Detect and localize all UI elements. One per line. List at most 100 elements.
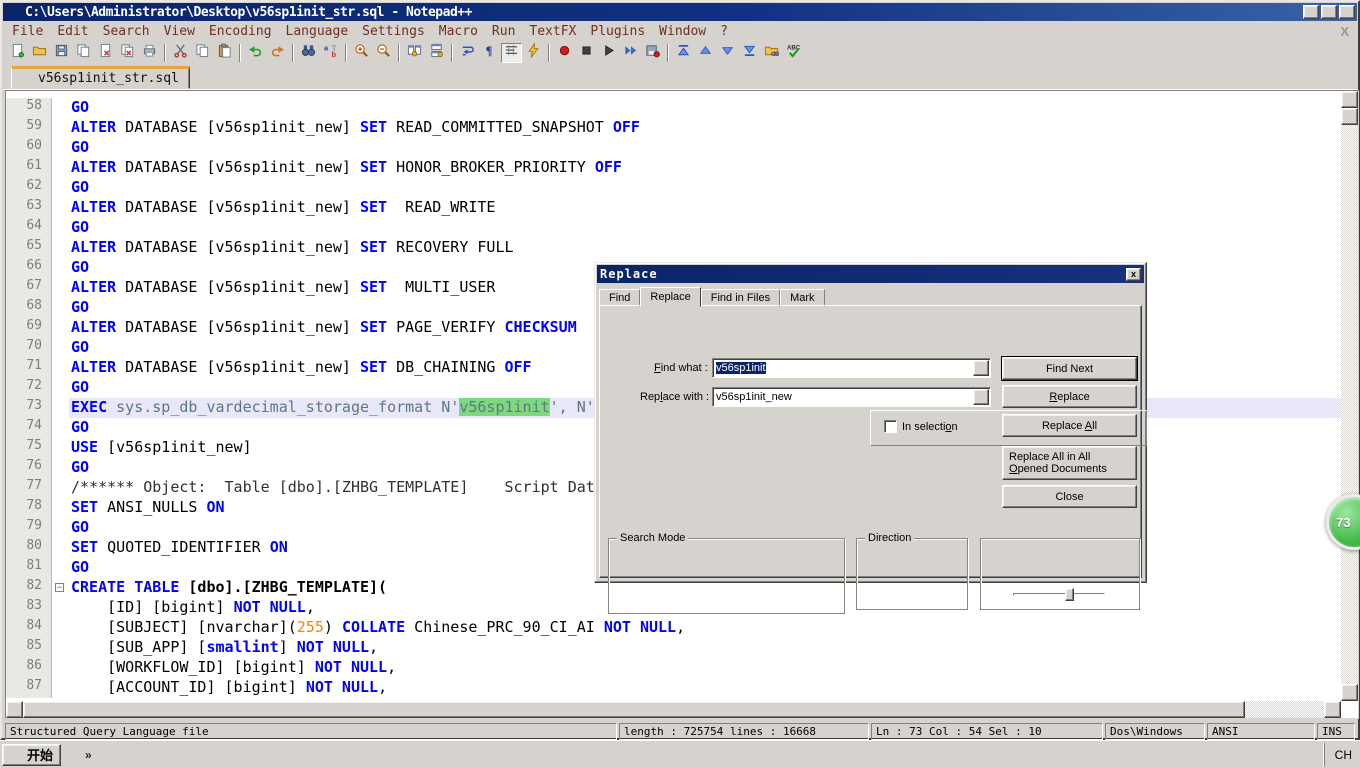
function-list-button[interactable] (523, 43, 544, 63)
zoom-in-button[interactable] (351, 43, 372, 63)
replace-dialog-titlebar[interactable]: Replace x (597, 265, 1144, 283)
code-text[interactable]: [SUB_APP] [smallint] NOT NULL, (69, 638, 1341, 658)
menu-item-encoding[interactable]: Encoding (202, 22, 279, 41)
menu-item-window[interactable]: Window (652, 22, 713, 41)
save-button[interactable] (51, 43, 72, 63)
code-text[interactable]: GO (69, 138, 1341, 158)
code-text[interactable]: ALTER DATABASE [v56sp1init_new] SET HONO… (69, 158, 1341, 178)
checkbox-unchecked[interactable] (884, 420, 897, 433)
replace-dialog-close-button[interactable]: x (1126, 268, 1141, 281)
code-line[interactable]: 84 [SUBJECT] [nvarchar](255) COLLATE Chi… (6, 618, 1341, 638)
code-text[interactable]: [ACCOUNT_ID] [bigint] NOT NULL, (69, 678, 1341, 698)
menu-item-textfx[interactable]: TextFX (522, 22, 583, 41)
horizontal-scrollbar[interactable] (6, 701, 1341, 718)
menu-item-language[interactable]: Language (279, 22, 356, 41)
replace-with-dropdown-icon[interactable] (973, 389, 989, 405)
find-what-value[interactable]: v56sp1init (713, 362, 973, 374)
slider-thumb[interactable] (1065, 588, 1074, 601)
copy-button[interactable] (192, 43, 213, 63)
code-text[interactable]: [WORKFLOW_ID] [bigint] NOT NULL, (69, 658, 1341, 678)
find-next-button[interactable]: Find Next (1002, 357, 1137, 380)
code-line[interactable]: 64GO (6, 218, 1341, 238)
macro-save-button[interactable] (642, 43, 663, 63)
paste-button[interactable] (214, 43, 235, 63)
horizontal-scroll-thumb[interactable] (23, 701, 1245, 718)
menu-item-view[interactable]: View (157, 22, 202, 41)
code-text[interactable]: GO (69, 98, 1341, 118)
spell-check-button[interactable]: ABC (783, 43, 804, 63)
undo-button[interactable] (245, 43, 266, 63)
doc-close-button[interactable]: X (1340, 24, 1349, 39)
code-line[interactable]: 87 [ACCOUNT_ID] [bigint] NOT NULL, (6, 678, 1341, 698)
window-titlebar[interactable]: C:\Users\Administrator\Desktop\v56sp1ini… (3, 3, 1357, 21)
code-line[interactable]: 61ALTER DATABASE [v56sp1init_new] SET HO… (6, 158, 1341, 178)
code-line[interactable]: 63ALTER DATABASE [v56sp1init_new] SET RE… (6, 198, 1341, 218)
code-line[interactable]: 58GO (6, 98, 1341, 118)
find-what-combobox[interactable]: v56sp1init (712, 358, 991, 378)
find-what-dropdown-icon[interactable] (973, 360, 989, 376)
textfx-next-button[interactable] (717, 43, 738, 63)
scroll-left-button[interactable] (6, 701, 23, 718)
close-all-button[interactable] (117, 43, 138, 63)
code-text[interactable]: ALTER DATABASE [v56sp1init_new] SET READ… (69, 118, 1341, 138)
scroll-down-button[interactable] (1341, 684, 1358, 701)
doc-switcher-button[interactable] (761, 43, 782, 63)
replace-dialog-tab-replace[interactable]: Replace (640, 287, 700, 307)
textfx-prev-button[interactable] (695, 43, 716, 63)
print-button[interactable] (139, 43, 160, 63)
vertical-scrollbar[interactable] (1341, 91, 1358, 701)
cut-button[interactable] (170, 43, 191, 63)
menu-item-plugins[interactable]: Plugins (583, 22, 652, 41)
fold-collapse-icon[interactable]: − (55, 583, 64, 592)
save-all-button[interactable] (73, 43, 94, 63)
code-text[interactable]: ALTER DATABASE [v56sp1init_new] SET READ… (69, 198, 1341, 218)
replace-with-value[interactable]: v56sp1init_new (713, 391, 973, 403)
macro-run-multiple-button[interactable] (620, 43, 641, 63)
find-button[interactable] (298, 43, 319, 63)
close-button[interactable] (1339, 5, 1355, 19)
sync-vertical-button[interactable] (404, 43, 425, 63)
macro-play-button[interactable] (598, 43, 619, 63)
quick-launch-overflow-chevron[interactable]: » (79, 748, 98, 762)
code-text[interactable]: [SUBJECT] [nvarchar](255) COLLATE Chines… (69, 618, 1341, 638)
code-line[interactable]: 65ALTER DATABASE [v56sp1init_new] SET RE… (6, 238, 1341, 258)
new-file-button[interactable] (7, 43, 28, 63)
close-button[interactable]: Close (1002, 485, 1137, 508)
code-text[interactable]: GO (69, 218, 1341, 238)
code-line[interactable]: 59ALTER DATABASE [v56sp1init_new] SET RE… (6, 118, 1341, 138)
replace-with-combobox[interactable]: v56sp1init_new (712, 387, 991, 407)
vertical-scroll-thumb[interactable] (1341, 108, 1358, 125)
macro-record-button[interactable] (554, 43, 575, 63)
menu-item-run[interactable]: Run (485, 22, 522, 41)
menu-item-search[interactable]: Search (96, 22, 157, 41)
open-folder-button[interactable] (29, 43, 50, 63)
scroll-up-button[interactable] (1341, 91, 1358, 108)
code-line[interactable]: 62GO (6, 178, 1341, 198)
textfx-first-button[interactable] (673, 43, 694, 63)
zoom-out-button[interactable] (373, 43, 394, 63)
tab-sql-file[interactable]: v56sp1init_str.sql (11, 66, 190, 89)
scroll-right-button[interactable] (1324, 701, 1341, 718)
transparency-slider[interactable] (1013, 587, 1105, 601)
word-wrap-button[interactable] (457, 43, 478, 63)
sync-horizontal-button[interactable] (426, 43, 447, 63)
menu-item-?[interactable]: ? (713, 22, 735, 41)
menu-item-macro[interactable]: Macro (432, 22, 485, 41)
redo-button[interactable] (267, 43, 288, 63)
menu-item-file[interactable]: File (5, 22, 50, 41)
code-line[interactable]: 86 [WORKFLOW_ID] [bigint] NOT NULL, (6, 658, 1341, 678)
textfx-last-button[interactable] (739, 43, 760, 63)
code-text[interactable]: ALTER DATABASE [v56sp1init_new] SET RECO… (69, 238, 1341, 258)
in-selection-checkbox[interactable]: In selection (884, 420, 958, 433)
macro-stop-button[interactable] (576, 43, 597, 63)
code-text[interactable]: GO (69, 178, 1341, 198)
code-line[interactable]: 60GO (6, 138, 1341, 158)
show-all-chars-button[interactable]: ¶ (479, 43, 500, 63)
close-file-button[interactable] (95, 43, 116, 63)
replace-all-in-all-opened-documents-button[interactable]: Replace All in All Opened Documents (1002, 446, 1137, 480)
menu-item-edit[interactable]: Edit (50, 22, 95, 41)
language-indicator[interactable]: CH (1335, 748, 1352, 762)
code-line[interactable]: 85 [SUB_APP] [smallint] NOT NULL, (6, 638, 1341, 658)
replace-all-button[interactable]: Replace All (1002, 414, 1137, 437)
indent-guide-button[interactable] (501, 43, 522, 63)
